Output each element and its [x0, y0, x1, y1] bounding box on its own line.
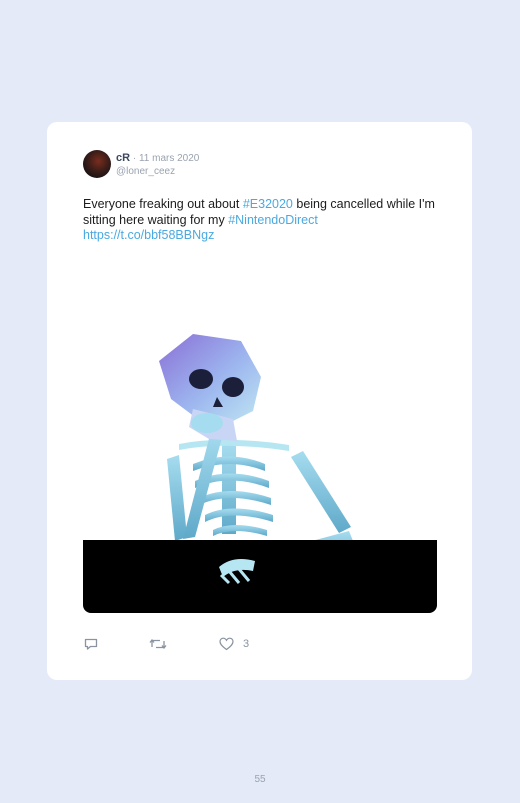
reply-icon	[84, 638, 98, 650]
like-count: 3	[243, 638, 250, 650]
tweet-header: cR · 11 mars 2020	[116, 152, 199, 165]
hashtag-nintendodirect[interactable]: #NintendoDirect	[228, 213, 318, 227]
tweet-media[interactable]	[83, 259, 437, 613]
tweet-link[interactable]: https://t.co/bbf58BBNgz	[83, 228, 214, 242]
skeleton-image	[83, 259, 437, 613]
hashtag-e32020[interactable]: #E32020	[243, 197, 293, 211]
reply-button[interactable]	[83, 636, 99, 652]
tweet-card: cR · 11 mars 2020 @loner_ceez Everyone f…	[47, 122, 472, 680]
author-handle[interactable]: @loner_ceez	[116, 166, 175, 178]
author-name[interactable]: cR	[116, 152, 130, 164]
tweet-date[interactable]: 11 mars 2020	[139, 153, 199, 164]
tweet-actions: 3	[83, 636, 443, 652]
retweet-button[interactable]	[149, 636, 167, 652]
tweet-text: Everyone freaking out about #E32020 bein…	[83, 197, 445, 244]
tweet-text-part: Everyone freaking out about	[83, 197, 243, 211]
heart-icon	[219, 637, 234, 651]
like-button[interactable]: 3	[219, 636, 249, 652]
header-separator: ·	[130, 153, 139, 164]
avatar[interactable]	[83, 150, 111, 178]
page-number: 55	[254, 774, 266, 785]
retweet-icon	[149, 638, 167, 650]
